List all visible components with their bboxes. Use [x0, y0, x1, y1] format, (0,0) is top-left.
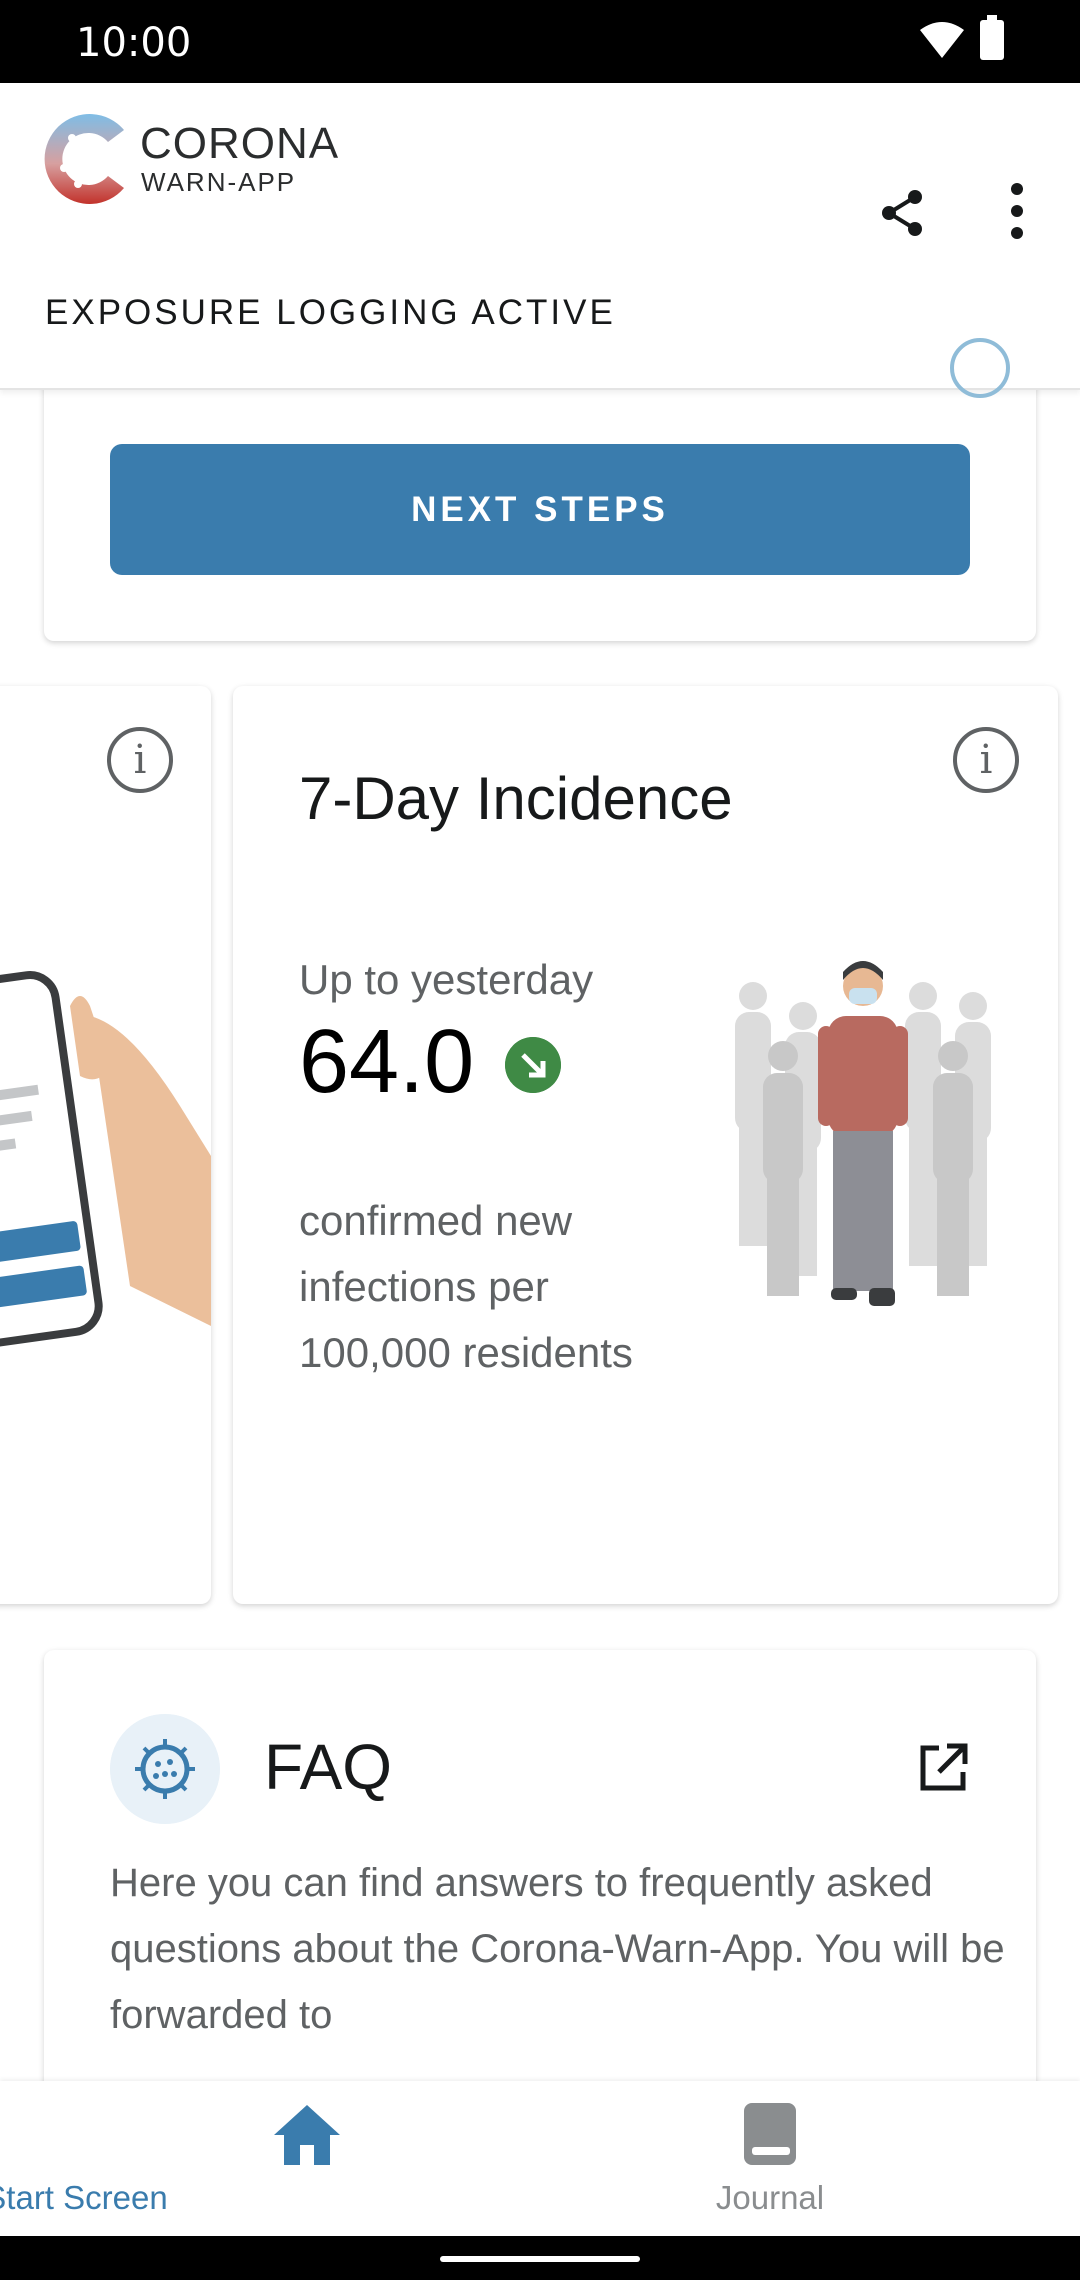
next-steps-button[interactable]: NEXT STEPS — [110, 444, 970, 575]
status-time: 10:00 — [76, 20, 192, 66]
share-icon[interactable] — [876, 186, 930, 240]
incidence-card[interactable]: i 7-Day Incidence Up to yesterday 64.0 c… — [233, 686, 1058, 1604]
battery-icon — [980, 15, 1004, 60]
virus-icon — [110, 1714, 220, 1824]
app-header: CORONA WARN-APP EXPOSURE LOGGING ACTIVE — [0, 83, 1080, 398]
trend-down-icon — [505, 1037, 561, 1093]
nav-journal[interactable]: Journal — [500, 2081, 1040, 2236]
incidence-title: 7-Day Incidence — [299, 765, 733, 832]
home-gesture-handle[interactable] — [440, 2256, 640, 2262]
wifi-icon — [920, 22, 964, 58]
faq-description: Here you can find answers to frequently … — [110, 1861, 1005, 2037]
exposure-status-ring-icon — [950, 338, 1010, 398]
corona-warn-app-logo — [44, 114, 124, 204]
brand-subtitle: WARN-APP — [141, 167, 297, 197]
statistics-card-previous[interactable]: i — [0, 686, 211, 1604]
nav-journal-label: Journal — [715, 2179, 825, 2216]
status-bar: 10:00 — [0, 0, 1080, 83]
incidence-description: confirmed new infections per 100,000 res… — [299, 1197, 633, 1376]
journal-book-icon — [744, 2103, 796, 2165]
phone-hand-illustration — [0, 971, 211, 1357]
crowd-illustration — [735, 961, 991, 1306]
exposure-logging-status[interactable]: EXPOSURE LOGGING ACTIVE — [45, 293, 616, 333]
overflow-menu-icon[interactable] — [990, 181, 1044, 241]
brand-title: CORONA — [140, 119, 340, 168]
nav-start-screen-label: Start Screen — [0, 2179, 168, 2216]
faq-title: FAQ — [264, 1731, 393, 1803]
external-link-icon[interactable] — [917, 1742, 969, 1794]
nav-start-screen[interactable]: Start Screen — [0, 2081, 576, 2236]
incidence-subtitle: Up to yesterday — [299, 956, 594, 1003]
home-icon — [274, 2105, 340, 2165]
info-icon[interactable]: i — [953, 727, 1019, 793]
system-gesture-bar — [0, 2236, 1080, 2280]
bottom-navigation: Start Screen Journal — [0, 2081, 1080, 2236]
incidence-value: 64.0 — [299, 1012, 475, 1112]
